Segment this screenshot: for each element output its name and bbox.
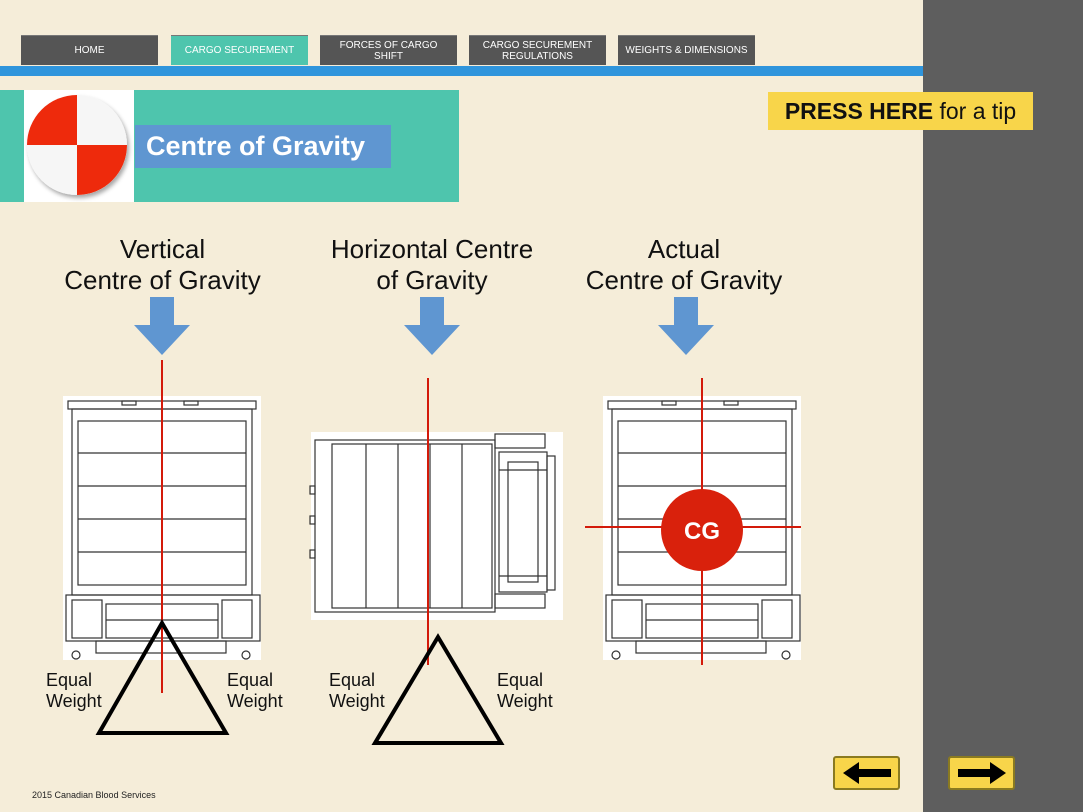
horizontal-left-weight-label: Equal Weight: [329, 670, 385, 712]
copyright-footer: 2015 Canadian Blood Services: [32, 790, 156, 800]
arrow-down-icon: [134, 297, 190, 355]
weight-label-line1: Equal: [497, 670, 544, 690]
arrow-down-icon: [658, 297, 714, 355]
weight-label-line2: Weight: [227, 691, 283, 711]
arrow-right-icon: [957, 762, 1006, 784]
weight-label-line2: Weight: [329, 691, 385, 711]
cog-diagrams: CG: [63, 297, 801, 745]
previous-button[interactable]: [833, 756, 900, 790]
cg-label: CG: [684, 518, 720, 545]
next-button[interactable]: [948, 756, 1015, 790]
tip-button-text: for a tip: [933, 98, 1017, 124]
vertical-right-weight-label: Equal Weight: [227, 670, 283, 712]
cart-side-view-horizontal: [309, 432, 563, 620]
weight-label-line1: Equal: [329, 670, 376, 690]
weight-label-line2: Weight: [46, 691, 102, 711]
arrow-left-icon: [842, 762, 891, 784]
weight-label-line1: Equal: [46, 670, 93, 690]
horizontal-right-weight-label: Equal Weight: [497, 670, 553, 712]
vertical-left-weight-label: Equal Weight: [46, 670, 102, 712]
weight-label-line1: Equal: [227, 670, 274, 690]
arrow-down-icon: [404, 297, 460, 355]
weight-label-line2: Weight: [497, 691, 553, 711]
